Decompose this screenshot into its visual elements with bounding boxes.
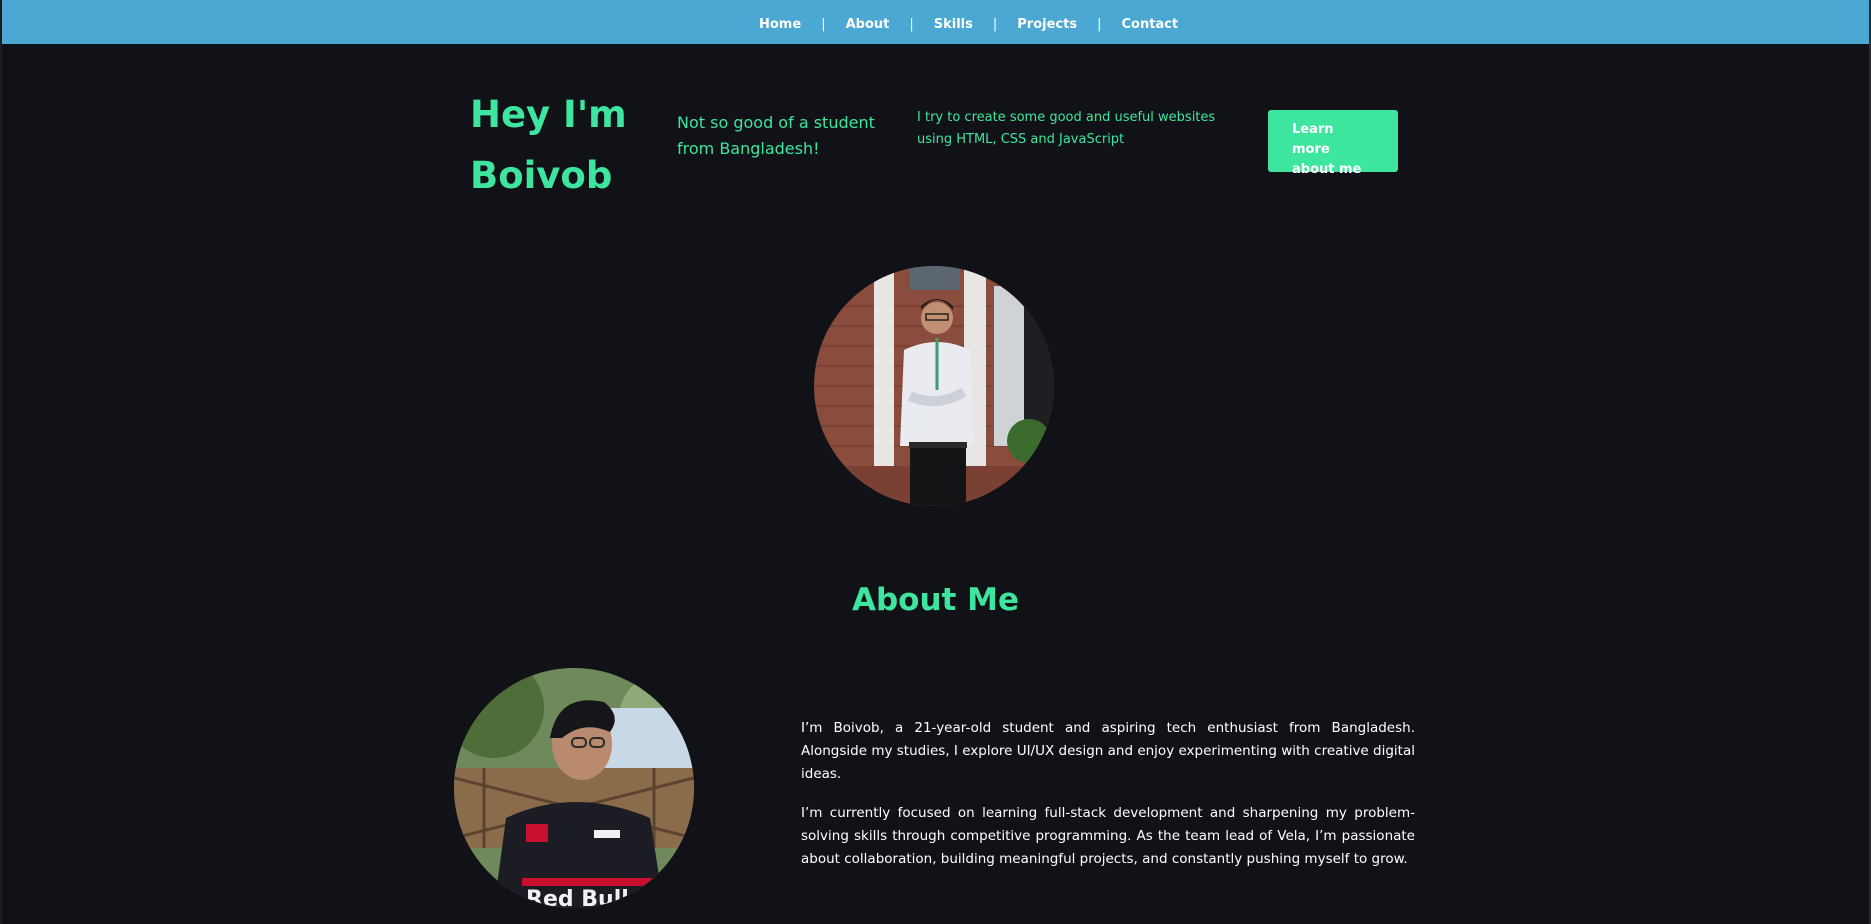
hero-description: I try to create some good and useful web…	[917, 110, 1216, 147]
hero-title: Hey I'm Boivob	[470, 84, 650, 206]
nav-contact-link[interactable]: Contact	[1121, 17, 1178, 32]
hero-title-line1: Hey I'm	[470, 93, 627, 136]
about-photo-illustration: Red Bull	[454, 668, 694, 908]
profile-portrait-image	[814, 266, 1054, 506]
top-navbar: Home | About | Skills | Projects | Conta…	[2, 0, 1869, 44]
jersey-text: Red Bull	[526, 887, 629, 908]
left-edge	[0, 0, 2, 924]
about-paragraph-1: I’m Boivob, a 21-year-old student and as…	[801, 720, 1415, 782]
about-heading: About Me	[851, 582, 1020, 618]
nav-projects-link[interactable]: Projects	[1017, 17, 1077, 32]
learn-more-button[interactable]: Learn more about me	[1268, 110, 1398, 177]
nav-separator: |	[909, 16, 914, 32]
nav-list: Home | About | Skills | Projects | Conta…	[759, 0, 1178, 44]
nav-separator: |	[1097, 16, 1102, 32]
nav-skills-link[interactable]: Skills	[934, 17, 973, 32]
about-photo-image: Red Bull	[454, 668, 694, 908]
hero-tagline: Not so good of a student from Bangladesh…	[677, 113, 875, 158]
about-paragraph-2: I’m currently focused on learning full-s…	[801, 805, 1415, 867]
nav-about-link[interactable]: About	[846, 17, 890, 32]
portrait-illustration	[814, 266, 1054, 506]
nav-separator: |	[992, 16, 998, 32]
page: Home | About | Skills | Projects | Conta…	[0, 0, 1871, 924]
nav-home-link[interactable]: Home	[759, 17, 801, 32]
about-text: I’m Boivob, a 21-year-old student and as…	[801, 717, 1415, 887]
hero-title-line2: Boivob	[470, 154, 613, 197]
nav-separator: |	[821, 16, 826, 32]
